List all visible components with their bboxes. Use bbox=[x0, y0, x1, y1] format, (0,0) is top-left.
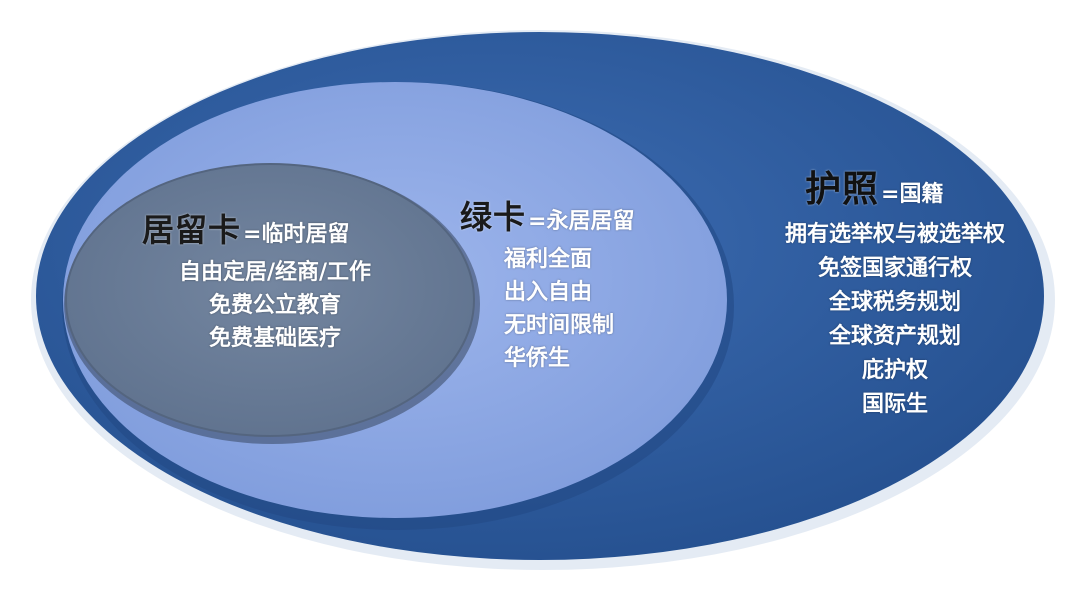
green-card-equals: =永居居留 bbox=[528, 209, 635, 234]
list-item: 免费公立教育 bbox=[208, 293, 341, 318]
list-item: 国际生 bbox=[861, 392, 928, 417]
list-item: 庇护权 bbox=[861, 358, 928, 383]
venn-diagram: 居留卡 =临时居留 自由定居/经商/工作 免费公立教育 免费基础医疗 绿卡 =永… bbox=[0, 0, 1080, 591]
list-item: 华侨生 bbox=[504, 346, 571, 371]
green-card-title-line: 绿卡 =永居居留 bbox=[460, 192, 680, 238]
list-item: 全球税务规划 bbox=[828, 290, 961, 315]
green-card-items: 福利全面 出入自由 无时间限制 华侨生 bbox=[504, 249, 680, 370]
passport-block: 护照 =国籍 拥有选举权与被选举权 免签国家通行权 全球税务规划 全球资产规划 … bbox=[745, 160, 1045, 416]
residence-card-items: 自由定居/经商/工作 免费公立教育 免费基础医疗 bbox=[148, 262, 402, 350]
list-item: 免费基础医疗 bbox=[208, 326, 341, 351]
passport-items: 拥有选举权与被选举权 免签国家通行权 全球税务规划 全球资产规划 庇护权 国际生 bbox=[745, 224, 1045, 416]
list-item: 出入自由 bbox=[504, 280, 593, 305]
passport-equals: =国籍 bbox=[881, 182, 944, 207]
list-item: 免签国家通行权 bbox=[817, 256, 972, 281]
green-card-block: 绿卡 =永居居留 福利全面 出入自由 无时间限制 华侨生 bbox=[460, 192, 680, 370]
list-item: 福利全面 bbox=[504, 247, 593, 272]
residence-card-block: 居留卡 =临时居留 自由定居/经商/工作 免费公立教育 免费基础医疗 bbox=[142, 205, 402, 350]
residence-card-title-line: 居留卡 =临时居留 bbox=[142, 205, 402, 251]
list-item: 全球资产规划 bbox=[828, 324, 961, 349]
passport-title: 护照 bbox=[805, 169, 880, 210]
list-item: 拥有选举权与被选举权 bbox=[784, 222, 1005, 247]
residence-card-equals: =临时居留 bbox=[243, 222, 350, 247]
passport-title-line: 护照 =国籍 bbox=[805, 160, 1045, 212]
residence-card-title: 居留卡 bbox=[142, 211, 242, 249]
green-card-title: 绿卡 bbox=[460, 198, 527, 236]
list-item: 自由定居/经商/工作 bbox=[178, 260, 372, 285]
list-item: 无时间限制 bbox=[504, 313, 615, 338]
